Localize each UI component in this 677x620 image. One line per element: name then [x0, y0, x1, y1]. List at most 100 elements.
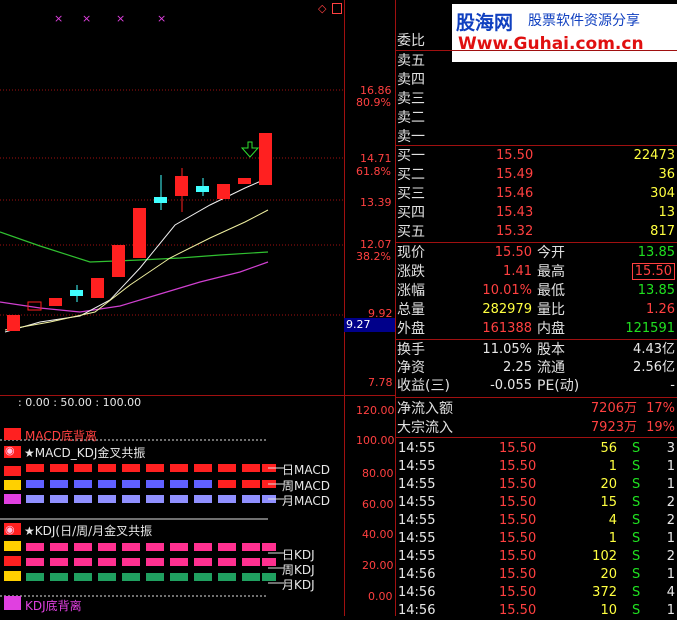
watermark-url: Www.Guhai.com.cn [458, 34, 644, 54]
sell-row[interactable]: 卖五 [396, 52, 677, 70]
tick-price: 15.50 [499, 441, 537, 456]
stat-value: 13.85 [637, 283, 675, 298]
kline-chart-panel[interactable]: × × × × ◇ 16.86 80.9% 14.71 61.8% 13.39 … [0, 0, 396, 395]
tick-side: S [632, 549, 641, 564]
stat-label: 涨跌 [397, 264, 425, 280]
tick-price: 15.50 [499, 477, 537, 492]
tick-volume: 102 [592, 549, 617, 564]
stat-label: 换手 [397, 342, 425, 358]
buy-price: 15.46 [496, 186, 534, 201]
tick-volume: 1 [608, 459, 617, 474]
buy-row[interactable]: 买三 15.46 304 [396, 185, 677, 203]
current-price-tag: 9.27 [344, 318, 396, 332]
tick-count: 1 [666, 531, 675, 546]
tick-time: 14:55 [398, 495, 436, 510]
tick-row[interactable]: 14:56 15.50 372 S 4 [396, 584, 677, 602]
candle [70, 290, 83, 296]
stat-value: -0.055 [490, 378, 532, 393]
price-label: 7.78 [368, 376, 393, 389]
kline-svg [0, 89, 345, 333]
buy-volume: 817 [650, 224, 675, 239]
stat-value: 161388 [482, 321, 532, 336]
candle [238, 178, 251, 184]
tick-time: 14:56 [398, 567, 436, 582]
tick-count: 2 [666, 549, 675, 564]
candle [259, 133, 272, 185]
tick-volume: 1 [608, 531, 617, 546]
stat-value: 4.43亿 [633, 342, 675, 357]
signal-marker: × [54, 12, 64, 25]
stat-label: PE(动) [537, 378, 580, 394]
tick-row[interactable]: 14:56 15.50 10 S 1 [396, 602, 677, 620]
candle [154, 197, 167, 203]
buy-label: 买四 [397, 205, 425, 221]
stat-row: 换手 11.05% 股本 4.43亿 [396, 341, 677, 359]
price-label: 61.8% [356, 165, 391, 178]
sell-label: 卖三 [397, 91, 425, 107]
tick-side: S [632, 585, 641, 600]
tick-volume: 372 [592, 585, 617, 600]
tick-count: 2 [666, 495, 675, 510]
flow-label: 大宗流入 [397, 420, 453, 436]
candle [217, 184, 230, 199]
stat-row: 净资 2.25 流通 2.56亿 [396, 359, 677, 377]
month-kdj-label: 月KDJ [282, 578, 315, 592]
indicator-tick: 80.00 [362, 467, 394, 480]
tick-count: 4 [666, 585, 675, 600]
lips-icon: ◉ [5, 523, 15, 536]
tick-count: 1 [666, 567, 675, 582]
tick-row[interactable]: 14:55 15.50 4 S 2 [396, 512, 677, 530]
sell-label: 卖一 [397, 129, 425, 145]
window-icon[interactable] [332, 3, 342, 14]
tick-count: 2 [666, 513, 675, 528]
tick-row[interactable]: 14:55 15.50 20 S 1 [396, 476, 677, 494]
buy-volume: 22473 [633, 148, 675, 163]
indicator-panel[interactable]: : 0.00 : 50.00 : 100.00 120.00 100.00 80… [0, 396, 395, 616]
stat-row: 收益(三) -0.055 PE(动) - [396, 377, 677, 395]
tick-row[interactable]: 14:55 15.50 56 S 3 [396, 440, 677, 458]
buy-price: 15.49 [496, 167, 534, 182]
buy-label: 买二 [397, 167, 425, 183]
sell-row[interactable]: 卖四 [396, 71, 677, 89]
indicator-tick: 40.00 [362, 528, 394, 541]
tick-volume: 15 [600, 495, 617, 510]
tick-row[interactable]: 14:55 15.50 102 S 2 [396, 548, 677, 566]
tick-row[interactable]: 14:56 15.50 20 S 1 [396, 566, 677, 584]
candle [175, 176, 188, 196]
candle [112, 245, 125, 277]
tick-time: 14:56 [398, 603, 436, 618]
buy-row[interactable]: 买一 15.50 22473 [396, 147, 677, 165]
buy-price: 15.32 [496, 224, 534, 239]
buy-row[interactable]: 买二 15.49 36 [396, 166, 677, 184]
stat-label: 总量 [397, 302, 425, 318]
stat-value: 2.56亿 [633, 360, 675, 375]
sell-row[interactable]: 卖二 [396, 109, 677, 127]
kdj-resonance-label: ★KDJ(日/周/月金叉共振 [24, 524, 153, 538]
tick-price: 15.50 [499, 549, 537, 564]
buy-row[interactable]: 买四 15.43 13 [396, 204, 677, 222]
tick-row[interactable]: 14:55 15.50 15 S 2 [396, 494, 677, 512]
tick-price: 15.50 [499, 531, 537, 546]
tick-side: S [632, 567, 641, 582]
tick-side: S [632, 495, 641, 510]
stat-label: 最低 [537, 283, 565, 299]
stat-value: 1.26 [646, 302, 675, 317]
indicator-tick: 20.00 [362, 559, 394, 572]
flow-row: 大宗流入 7923万 19% [396, 419, 677, 437]
sell-row[interactable]: 卖三 [396, 90, 677, 108]
tick-row[interactable]: 14:55 15.50 1 S 1 [396, 458, 677, 476]
tick-time: 14:55 [398, 477, 436, 492]
buy-row[interactable]: 买五 15.32 817 [396, 223, 677, 241]
macd-divergence-label: MACD底背离 [25, 429, 97, 443]
sell-label: 卖二 [397, 110, 425, 126]
tick-price: 15.50 [499, 567, 537, 582]
diamond-icon[interactable]: ◇ [318, 2, 326, 15]
stat-value: - [670, 378, 675, 393]
tick-row[interactable]: 14:55 15.50 1 S 1 [396, 530, 677, 548]
stat-value: 10.01% [482, 283, 532, 298]
tick-side: S [632, 531, 641, 546]
tick-time: 14:55 [398, 531, 436, 546]
sell-row[interactable]: 卖一 [396, 128, 677, 146]
price-label: 14.71 [360, 152, 392, 165]
stat-label: 现价 [397, 245, 425, 261]
